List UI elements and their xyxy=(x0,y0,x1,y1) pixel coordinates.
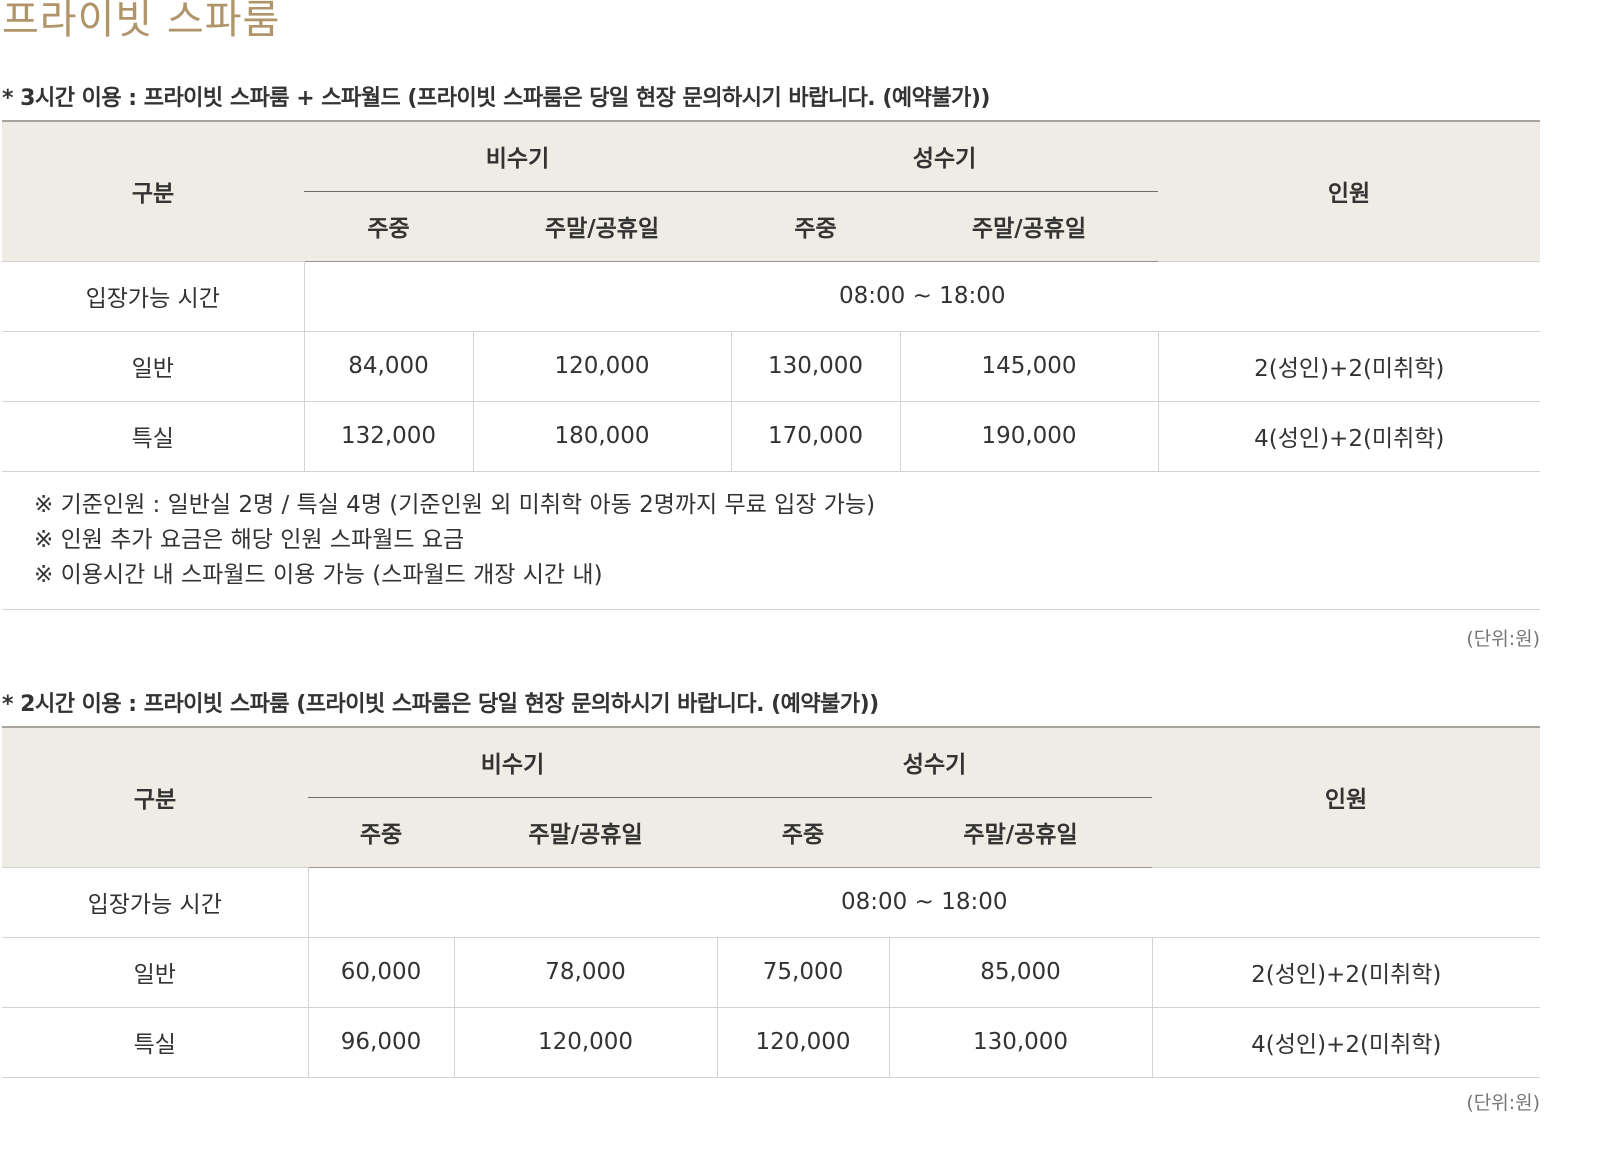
table-row: 일반 84,000 120,000 130,000 145,000 2(성인)+… xyxy=(2,330,1541,402)
unit-note-2h: (단위:원) xyxy=(1466,1092,1540,1114)
price-cell: 145,000 xyxy=(899,330,1159,402)
note-line: ※ 기준인원 : 일반실 2명 / 특실 4명 (기준인원 외 미취학 아동 2… xyxy=(34,491,876,518)
table-row: 특실 132,000 180,000 170,000 190,000 4(성인)… xyxy=(2,400,1541,472)
unit-note-3h: (단위:원) xyxy=(1466,628,1540,650)
price-cell: 85,000 xyxy=(888,936,1153,1008)
price-table-2h: 구분 비수기 성수기 인원 주중 주말/공휴일 주중 주말/공휴일 입장가능 시… xyxy=(2,726,1541,1078)
header-category: 구분 xyxy=(2,726,308,868)
header-category: 구분 xyxy=(2,120,304,262)
hours-label: 입장가능 시간 xyxy=(2,866,309,938)
header-people: 인원 xyxy=(1158,120,1541,262)
price-cell: 84,000 xyxy=(303,330,474,402)
header-peak-season: 성수기 xyxy=(731,120,1159,192)
price-cell: 96,000 xyxy=(307,1006,455,1078)
row-label: 특실 xyxy=(2,1006,309,1078)
page-title: 프라이빗 스파룸 xyxy=(2,0,281,43)
header-peak-season: 성수기 xyxy=(717,726,1153,798)
hours-value: 08:00 ~ 18:00 xyxy=(307,866,1541,938)
header-off-weekday: 주중 xyxy=(308,797,454,868)
price-cell: 60,000 xyxy=(307,936,455,1008)
header-off-weekday: 주중 xyxy=(304,191,473,262)
price-cell: 130,000 xyxy=(730,330,901,402)
header-peak-weekend: 주말/공휴일 xyxy=(889,797,1153,868)
hours-label: 입장가능 시간 xyxy=(2,260,305,332)
header-peak-weekend: 주말/공휴일 xyxy=(900,191,1159,262)
people-cell: 2(성인)+2(미취학) xyxy=(1157,330,1541,402)
price-cell: 190,000 xyxy=(899,400,1159,472)
price-cell: 170,000 xyxy=(730,400,901,472)
note-line: ※ 이용시간 내 스파월드 이용 가능 (스파월드 개장 시간 내) xyxy=(34,561,603,588)
notes-row: ※ 기준인원 : 일반실 2명 / 특실 4명 (기준인원 외 미취학 아동 2… xyxy=(2,470,1541,610)
header-off-season: 비수기 xyxy=(308,726,718,798)
notes-cell: ※ 기준인원 : 일반실 2명 / 특실 4명 (기준인원 외 미취학 아동 2… xyxy=(2,470,1541,610)
row-label: 일반 xyxy=(2,936,309,1008)
table-row: 일반 60,000 78,000 75,000 85,000 2(성인)+2(미… xyxy=(2,936,1541,1008)
header-peak-weekday: 주중 xyxy=(731,191,901,262)
note-line: ※ 인원 추가 요금은 해당 인원 스파월드 요금 xyxy=(34,526,465,553)
header-off-season: 비수기 xyxy=(304,120,732,192)
row-label: 특실 xyxy=(2,400,305,472)
price-cell: 132,000 xyxy=(303,400,474,472)
header-off-weekend: 주말/공휴일 xyxy=(454,797,718,868)
header-off-weekend: 주말/공휴일 xyxy=(473,191,732,262)
price-cell: 180,000 xyxy=(472,400,732,472)
people-cell: 2(성인)+2(미취학) xyxy=(1151,936,1541,1008)
price-cell: 120,000 xyxy=(453,1006,718,1078)
table-row: 특실 96,000 120,000 120,000 130,000 4(성인)+… xyxy=(2,1006,1541,1078)
section-caption-3h: * 3시간 이용 : 프라이빗 스파룸 + 스파월드 (프라이빗 스파룸은 당일… xyxy=(2,86,990,111)
price-cell: 120,000 xyxy=(472,330,732,402)
header-peak-weekday: 주중 xyxy=(717,797,890,868)
row-label: 일반 xyxy=(2,330,305,402)
section-caption-2h: * 2시간 이용 : 프라이빗 스파룸 (프라이빗 스파룸은 당일 현장 문의하… xyxy=(2,692,879,717)
people-cell: 4(성인)+2(미취학) xyxy=(1157,400,1541,472)
price-cell: 78,000 xyxy=(453,936,718,1008)
price-cell: 75,000 xyxy=(716,936,890,1008)
price-cell: 120,000 xyxy=(716,1006,890,1078)
price-cell: 130,000 xyxy=(888,1006,1153,1078)
table-row: 입장가능 시간 08:00 ~ 18:00 xyxy=(2,866,1541,938)
table-row: 입장가능 시간 08:00 ~ 18:00 xyxy=(2,260,1541,332)
people-cell: 4(성인)+2(미취학) xyxy=(1151,1006,1541,1078)
header-people: 인원 xyxy=(1152,726,1541,868)
price-table-3h: 구분 비수기 성수기 인원 주중 주말/공휴일 주중 주말/공휴일 입장가능 시… xyxy=(2,120,1541,610)
hours-value: 08:00 ~ 18:00 xyxy=(303,260,1541,332)
